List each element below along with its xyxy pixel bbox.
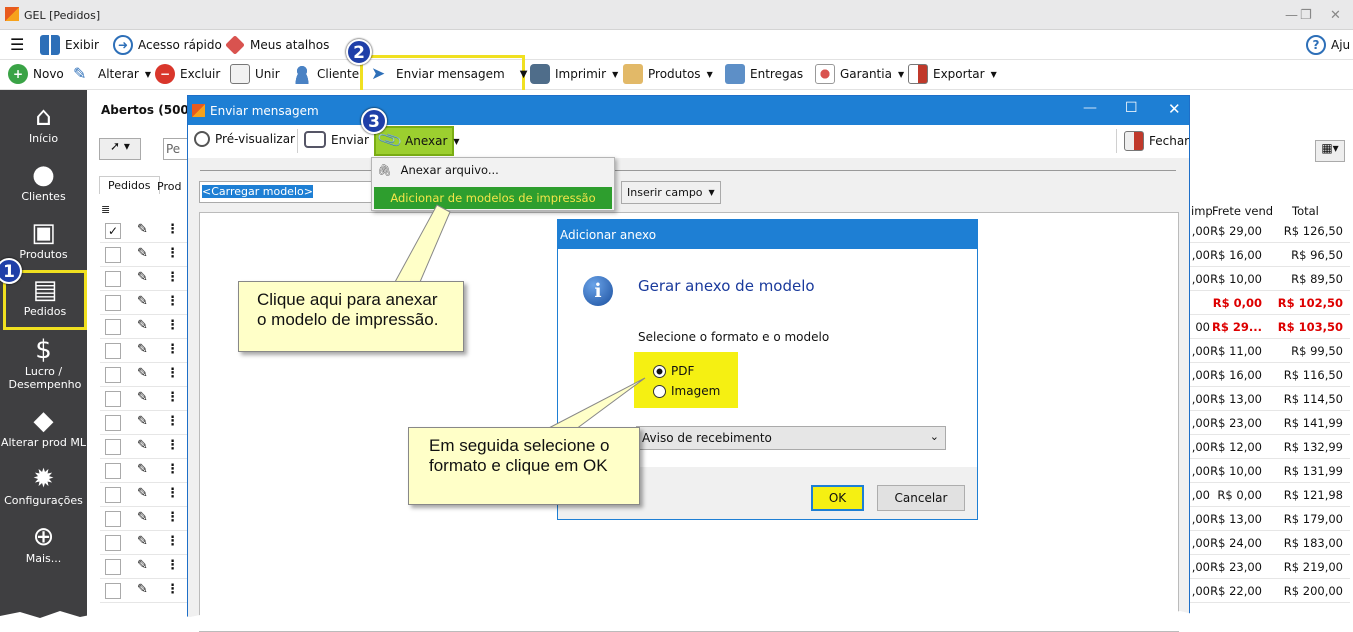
callout-1-pointer <box>394 204 451 283</box>
callout-attach-model: Clique aqui para anexar o modelo de impr… <box>238 281 464 352</box>
step-badge-2: 2 <box>346 39 372 65</box>
callout-2-pointer <box>543 377 646 433</box>
torn-edge <box>0 611 1353 631</box>
callout-pointers <box>394 204 646 433</box>
callout-select-format: Em seguida selecione o formato e clique … <box>408 427 640 505</box>
